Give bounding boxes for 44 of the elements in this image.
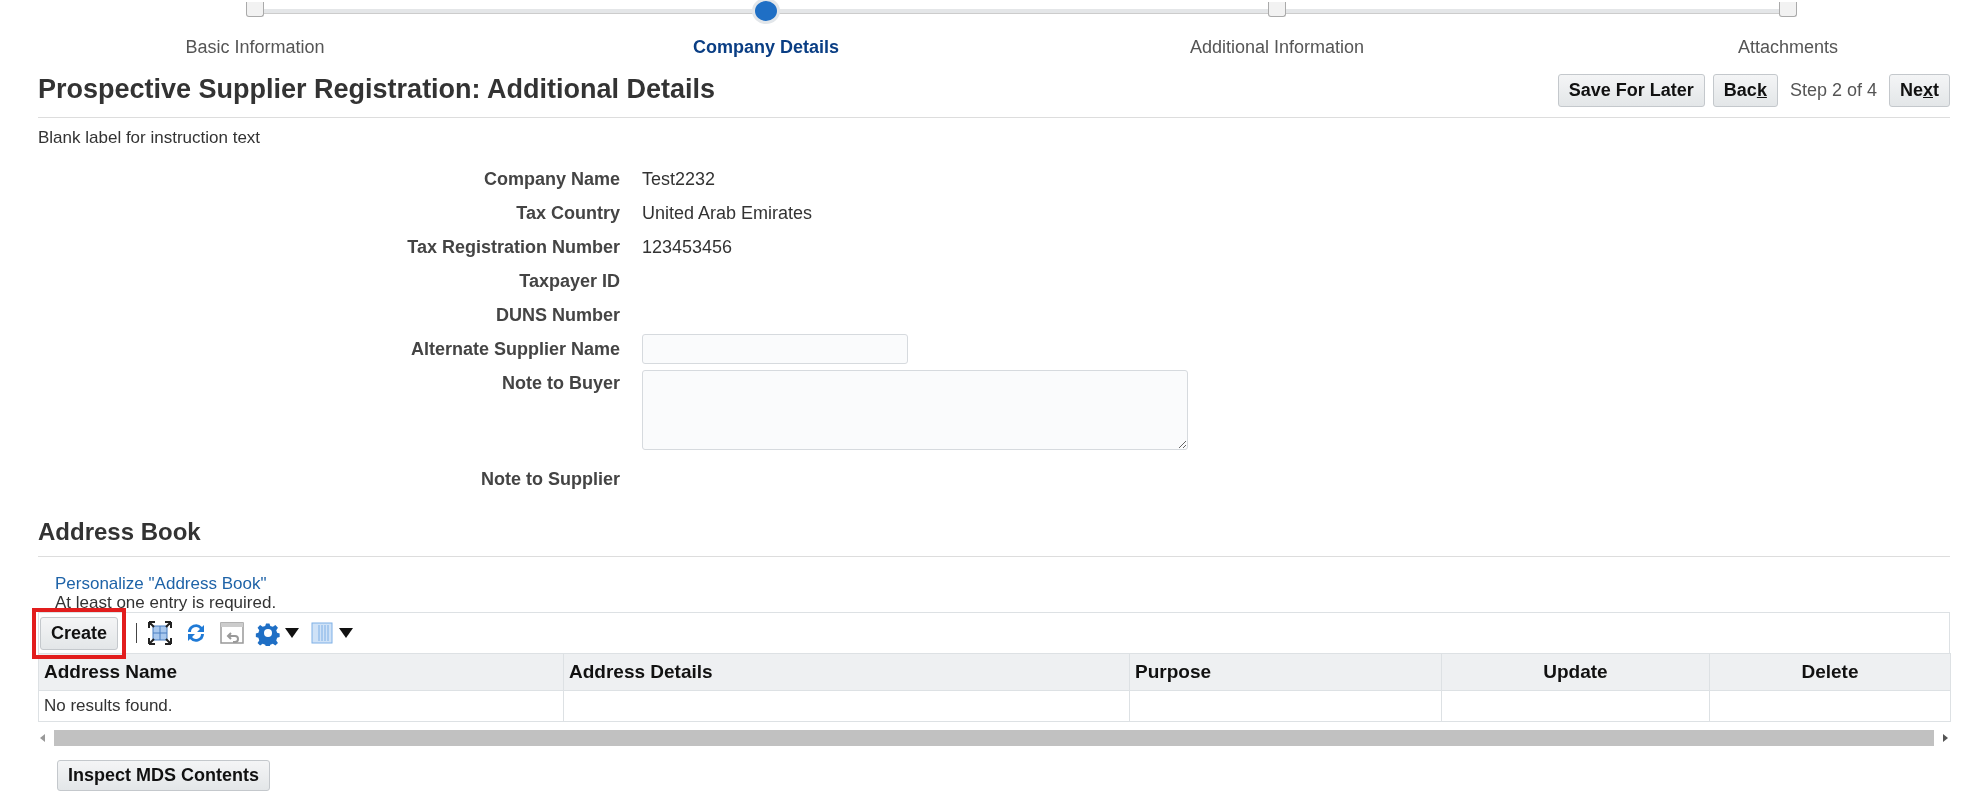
input-field[interactable] bbox=[642, 334, 908, 364]
save-for-later-button[interactable]: Save For Later bbox=[1557, 74, 1705, 107]
create-button[interactable]: Create bbox=[40, 616, 119, 650]
scroll-left-icon[interactable] bbox=[38, 733, 48, 743]
field-label: Tax Registration Number bbox=[406, 236, 620, 259]
step-marker[interactable] bbox=[246, 2, 264, 17]
step-label[interactable]: Company Details bbox=[692, 37, 839, 58]
scroll-right-icon[interactable] bbox=[1940, 733, 1950, 743]
field-value: 123453456 bbox=[642, 236, 733, 259]
instruction-text: Blank label for instruction text bbox=[38, 128, 262, 148]
step-marker[interactable] bbox=[1268, 2, 1286, 17]
field-label: DUNS Number bbox=[495, 304, 620, 327]
field-label: Taxpayer ID bbox=[518, 270, 620, 293]
column-header: Update bbox=[1441, 653, 1710, 691]
column-header: Delete bbox=[1709, 653, 1951, 691]
next-button[interactable]: Next bbox=[1888, 74, 1950, 107]
field-label: Note to Buyer bbox=[501, 372, 620, 395]
expand-icon[interactable] bbox=[147, 620, 174, 646]
field-value: United Arab Emirates bbox=[642, 202, 813, 225]
step-indicator: Step 2 of 4 bbox=[1789, 80, 1877, 101]
column-header: Purpose bbox=[1129, 653, 1442, 691]
field-label: Note to Supplier bbox=[480, 468, 620, 491]
scrollbar-thumb[interactable] bbox=[54, 730, 1934, 746]
field-label: Company Name bbox=[482, 168, 620, 191]
field-value: Test2232 bbox=[642, 168, 716, 191]
step-label[interactable]: Additional Information bbox=[1189, 37, 1365, 58]
caret-icon[interactable] bbox=[339, 628, 354, 638]
settings-icon[interactable] bbox=[255, 620, 282, 646]
inspect-mds-button[interactable]: Inspect MDS Contents bbox=[57, 760, 270, 791]
section-heading: Address Book bbox=[38, 518, 1950, 557]
step-label[interactable]: Basic Information bbox=[185, 37, 325, 58]
step-label[interactable]: Attachments bbox=[1737, 37, 1838, 58]
window-undo-icon[interactable] bbox=[219, 620, 246, 646]
back-button[interactable]: Back bbox=[1712, 74, 1778, 107]
column-header: Address Name bbox=[38, 653, 564, 691]
personalize-link[interactable]: Personalize "Address Book" bbox=[55, 574, 267, 594]
page-title: Prospective Supplier Registration: Additional Details bbox=[38, 74, 716, 105]
step-marker[interactable] bbox=[1779, 2, 1797, 17]
empty-message: No results found. bbox=[38, 690, 564, 722]
caret-icon[interactable] bbox=[285, 628, 300, 638]
field-label: Tax Country bbox=[515, 202, 620, 225]
required-note: At least one entry is required. bbox=[55, 594, 278, 612]
column-header: Address Details bbox=[563, 653, 1130, 691]
field-label: Alternate Supplier Name bbox=[409, 338, 620, 361]
